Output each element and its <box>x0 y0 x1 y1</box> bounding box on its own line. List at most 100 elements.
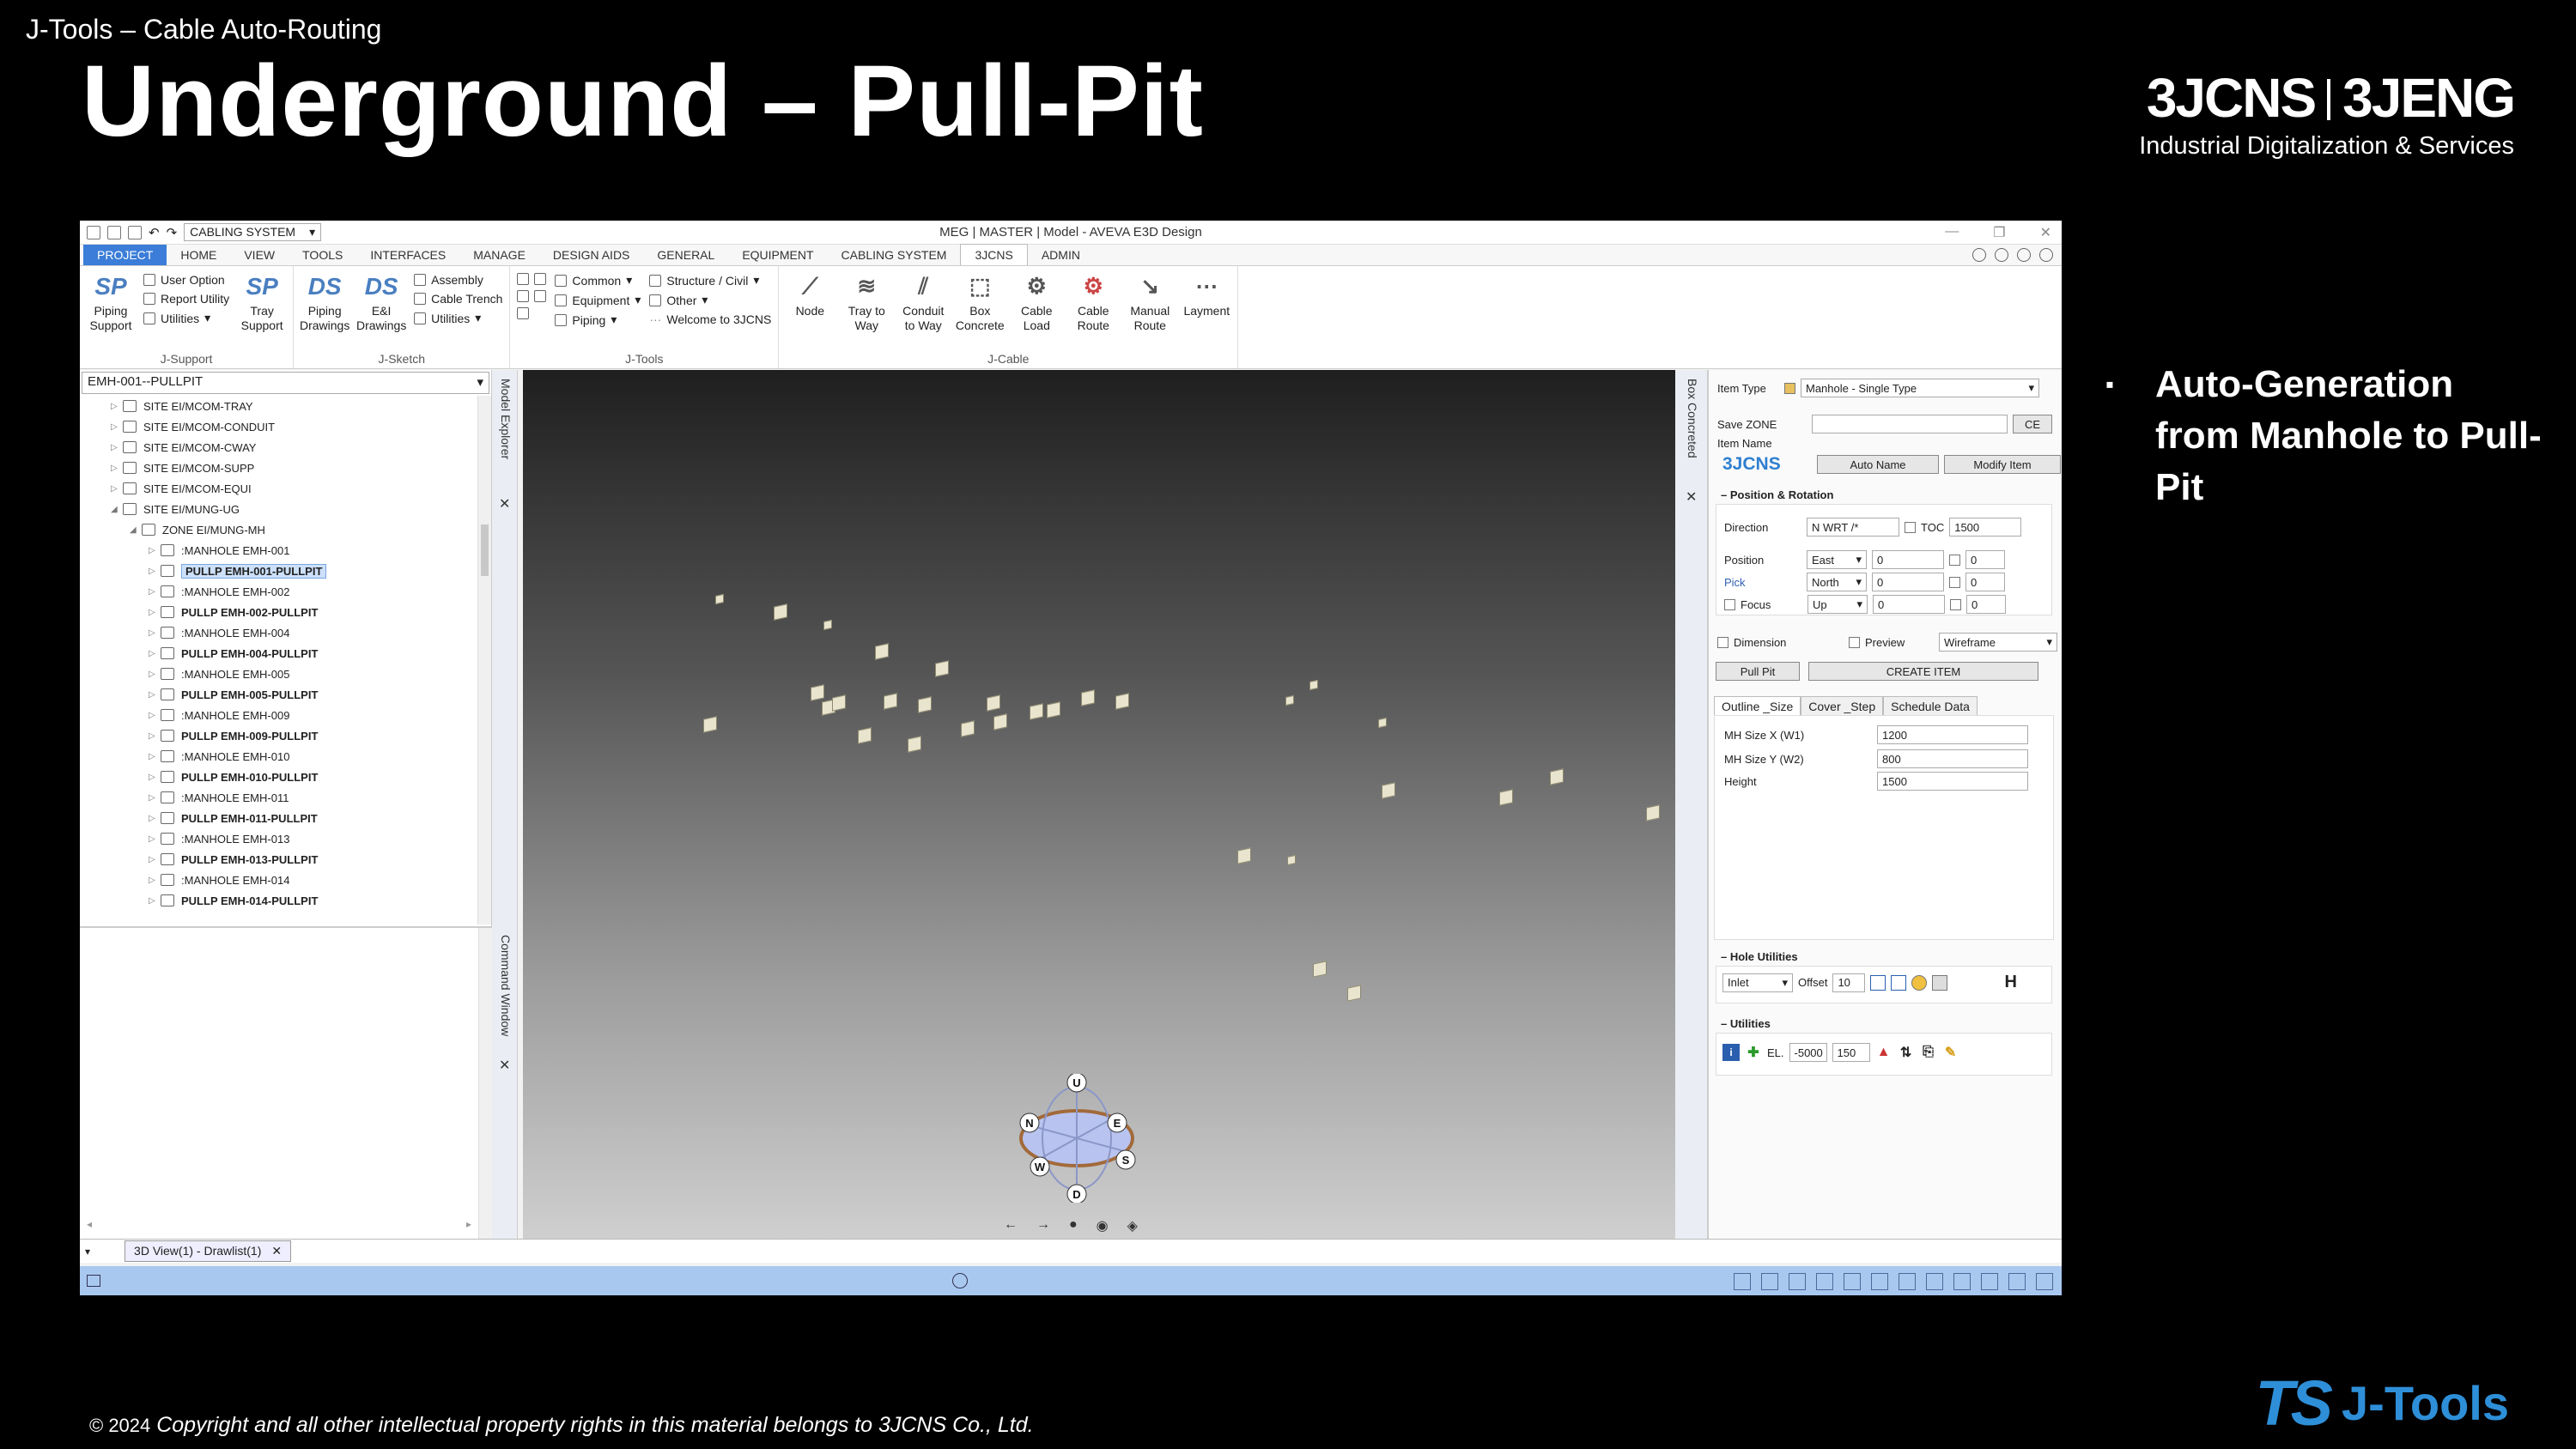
expand-arrow-icon[interactable]: ▷ <box>149 587 161 597</box>
direction-input[interactable]: N WRT /* <box>1807 518 1899 537</box>
info-icon[interactable]: i <box>1722 1044 1740 1061</box>
globe-icon[interactable] <box>517 290 530 302</box>
pull-pit-button[interactable]: Pull Pit <box>1716 662 1800 681</box>
tab-admin[interactable]: ADMIN <box>1028 245 1094 265</box>
inlet-select[interactable]: Inlet ▾ <box>1722 973 1793 992</box>
close-icon[interactable]: ✕ <box>271 1244 282 1258</box>
height-input[interactable]: 1500 <box>1877 772 2028 791</box>
pullpit-model[interactable] <box>823 619 832 631</box>
pullpit-model[interactable] <box>1115 693 1129 710</box>
common-button[interactable]: Common ▾ <box>555 273 641 288</box>
close-icon[interactable]: ✕ <box>1686 488 1697 506</box>
explorer-combo[interactable]: EMH-001--PULLPIT ▾ <box>82 372 489 394</box>
square-icon[interactable] <box>1870 974 1886 991</box>
ei-drawings-button[interactable]: DS E&I Drawings <box>356 270 406 349</box>
expand-arrow-icon[interactable]: ▷ <box>149 752 161 761</box>
item-type-select[interactable]: Manhole - Single Type ▾ <box>1801 379 2039 397</box>
expand-arrow-icon[interactable]: ▷ <box>111 484 123 494</box>
pin-icon[interactable] <box>1995 248 2008 262</box>
expand-arrow-icon[interactable]: ▷ <box>149 546 161 555</box>
tab-cabling-system[interactable]: CABLING SYSTEM <box>828 245 961 265</box>
cube-view-icon[interactable]: ◈ <box>1127 1217 1138 1234</box>
tab-3jcns[interactable]: 3JCNS <box>960 244 1028 265</box>
piping-support-button[interactable]: SP Piping Support <box>87 270 135 349</box>
tab-design-aids[interactable]: DESIGN AIDS <box>539 245 643 265</box>
pullpit-model[interactable] <box>1081 689 1095 706</box>
view-mode-select[interactable]: Wireframe ▾ <box>1939 633 2057 652</box>
pullpit-model[interactable] <box>1285 694 1294 706</box>
doc-tab-3d-view[interactable]: 3D View(1) - Drawlist(1) ✕ <box>125 1240 292 1262</box>
pos-north-input[interactable]: 0 <box>1872 573 1944 591</box>
pullpit-model[interactable] <box>1237 847 1251 864</box>
expand-arrow-icon[interactable]: ▷ <box>149 773 161 782</box>
expand-arrow-icon[interactable]: ▷ <box>149 793 161 803</box>
tree-item[interactable]: ▷:MANHOLE EMH-013 <box>80 828 491 849</box>
coin-icon[interactable] <box>1911 974 1928 991</box>
tab-project[interactable]: PROJECT <box>83 245 167 265</box>
expand-arrow-icon[interactable]: ▷ <box>149 690 161 700</box>
expand-arrow-icon[interactable]: ▷ <box>149 896 161 906</box>
tree-item[interactable]: ▷ PULLP EMH-011-PULLPIT <box>80 808 491 828</box>
gray-icon[interactable] <box>1932 974 1948 991</box>
cap-icon[interactable]: ▲ <box>1875 1044 1893 1061</box>
cmd-hscrollbar[interactable]: ◂ ▸ <box>87 1218 471 1232</box>
el-input-2[interactable]: 150 <box>1832 1043 1870 1062</box>
layment-button[interactable]: ⋯ Layment <box>1182 270 1230 349</box>
sort-icon[interactable]: ⇅ <box>1898 1044 1915 1061</box>
tab-tools[interactable]: TOOLS <box>289 245 356 265</box>
snap-icon[interactable] <box>1926 1273 1943 1290</box>
snap-icon[interactable] <box>1981 1273 1998 1290</box>
piping-button[interactable]: Piping ▾ <box>555 312 641 327</box>
info-icon[interactable] <box>2017 248 2031 262</box>
toc-checkbox[interactable] <box>1905 521 1916 533</box>
help-icon[interactable] <box>2039 248 2053 262</box>
manual-route-button[interactable]: ↘ Manual Route <box>1126 270 1174 349</box>
tab-manage[interactable]: MANAGE <box>459 245 539 265</box>
tree-item[interactable]: ▷ PULLP EMH-001-PULLPIT <box>80 561 491 581</box>
pullpit-model[interactable] <box>858 727 872 744</box>
tree-item[interactable]: ▷ PULLP EMH-009-PULLPIT <box>80 725 491 746</box>
snap-icon[interactable] <box>1899 1273 1916 1290</box>
assembly-button[interactable]: Assembly <box>414 273 502 287</box>
expand-arrow-icon[interactable]: ▷ <box>111 422 123 432</box>
expand-arrow-icon[interactable]: ▷ <box>149 855 161 864</box>
pullpit-model[interactable] <box>961 720 975 737</box>
globe-icon[interactable] <box>517 307 530 319</box>
pullpit-model[interactable] <box>1030 703 1043 720</box>
cable-trench-button[interactable]: Cable Trench <box>414 292 502 306</box>
expand-arrow-icon[interactable]: ▷ <box>149 711 161 720</box>
pullpit-model[interactable] <box>1347 985 1361 1002</box>
pullpit-model[interactable] <box>918 696 932 713</box>
restore-icon[interactable]: ❐ <box>1993 224 2005 241</box>
grid-icon[interactable] <box>1734 1273 1751 1290</box>
frame-icon[interactable] <box>1891 974 1907 991</box>
flag-icon[interactable] <box>87 1275 100 1287</box>
tree-item[interactable]: ▷ PULLP EMH-004-PULLPIT <box>80 643 491 664</box>
settings-icon[interactable] <box>128 225 142 239</box>
offset-input[interactable]: 10 <box>1832 973 1866 992</box>
pullpit-model[interactable] <box>993 713 1007 731</box>
pullpit-model[interactable] <box>715 593 724 605</box>
tree-item[interactable]: ▷ SITE EI/MCOM-SUPP <box>80 458 491 478</box>
mh-size-y-input[interactable]: 800 <box>1877 749 2028 768</box>
tree-item[interactable]: ▷ PULLP EMH-010-PULLPIT <box>80 767 491 787</box>
tree-item[interactable]: ▷:MANHOLE EMH-010 <box>80 746 491 767</box>
up-select[interactable]: Up ▾ <box>1807 595 1868 614</box>
arrow-icon[interactable] <box>534 290 547 302</box>
dimension-checkbox[interactable] <box>1717 636 1728 648</box>
pullpit-model[interactable] <box>1378 717 1387 729</box>
select-icon[interactable] <box>1844 1273 1861 1290</box>
back-icon[interactable]: ← <box>1004 1217 1018 1234</box>
expand-arrow-icon[interactable]: ▷ <box>149 670 161 679</box>
tab-cover-step[interactable]: Cover _Step <box>1801 696 1884 716</box>
view-orientation-gizmo[interactable]: U D N E W S <box>1012 1074 1141 1203</box>
save-zone-input[interactable] <box>1812 415 2008 433</box>
tool-icon[interactable] <box>1789 1273 1806 1290</box>
pullpit-model[interactable] <box>811 684 824 701</box>
pullpit-model[interactable] <box>1313 961 1327 978</box>
expand-arrow-icon[interactable]: ▷ <box>149 628 161 638</box>
3d-viewport[interactable]: U D N E W S ← → ● ◉ ◈ <box>523 370 1675 1239</box>
tab-box-concreted[interactable]: Box Concreted <box>1679 373 1704 464</box>
expand-arrow-icon[interactable]: ▷ <box>149 649 161 658</box>
tree-item[interactable]: ▷ SITE EI/MCOM-CONDUIT <box>80 416 491 437</box>
